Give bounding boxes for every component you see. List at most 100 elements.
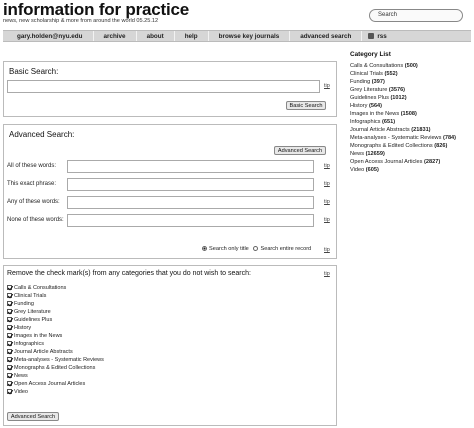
exact-phrase-tip[interactable]: tip bbox=[324, 181, 330, 187]
category-checkbox[interactable] bbox=[7, 293, 12, 298]
categories-title: Remove the check mark(s) from any catego… bbox=[7, 270, 251, 277]
sidebar-category[interactable]: Monographs & Edited Collections (826) bbox=[350, 143, 447, 149]
category-checkbox[interactable] bbox=[7, 333, 12, 338]
sidebar-category[interactable]: Infographics (651) bbox=[350, 119, 395, 125]
category-label: Images in the News bbox=[14, 332, 63, 339]
all-words-tip[interactable]: tip bbox=[324, 163, 330, 169]
category-item[interactable]: Journal Article Abstracts bbox=[7, 348, 73, 355]
nav-browse-journals[interactable]: browse key journals bbox=[209, 31, 291, 41]
category-item[interactable]: Meta-analyses - Systematic Reviews bbox=[7, 356, 104, 363]
category-checkbox[interactable] bbox=[7, 349, 12, 354]
sidebar-category[interactable]: Video (605) bbox=[350, 167, 379, 173]
category-checkbox[interactable] bbox=[7, 285, 12, 290]
category-label: Monographs & Edited Collections bbox=[14, 364, 96, 371]
sidebar-category-name: Images in the News bbox=[350, 111, 400, 117]
category-label: Meta-analyses - Systematic Reviews bbox=[14, 356, 104, 363]
category-item[interactable]: Images in the News bbox=[7, 332, 62, 339]
sidebar-category-count: (552) bbox=[384, 71, 398, 77]
radio-tip[interactable]: tip bbox=[324, 247, 330, 253]
radio-entire-record-label: Search entire record bbox=[260, 246, 312, 252]
category-checkbox[interactable] bbox=[7, 325, 12, 330]
sidebar-category[interactable]: Clinical Trials (552) bbox=[350, 71, 398, 77]
category-item[interactable]: History bbox=[7, 324, 31, 331]
category-checkbox[interactable] bbox=[7, 301, 12, 306]
none-words-tip[interactable]: tip bbox=[324, 217, 330, 223]
sidebar-category-name: Calls & Consultations bbox=[350, 63, 404, 69]
sidebar-category[interactable]: Grey Literature (3576) bbox=[350, 87, 405, 93]
sidebar-category[interactable]: Meta-analyses - Systematic Reviews (784) bbox=[350, 135, 456, 141]
exact-phrase-input[interactable] bbox=[67, 178, 314, 191]
any-words-input[interactable] bbox=[67, 196, 314, 209]
basic-search-button[interactable]: Basic Search bbox=[286, 101, 326, 110]
nav-help[interactable]: help bbox=[175, 31, 209, 41]
category-checkbox[interactable] bbox=[7, 365, 12, 370]
sidebar-category-count: (784) bbox=[442, 135, 457, 141]
category-item[interactable]: Grey Literature bbox=[7, 308, 51, 315]
sidebar-category-count: (397) bbox=[371, 79, 385, 85]
basic-search-tip[interactable]: tip bbox=[324, 83, 330, 89]
none-words-label: None of these words: bbox=[7, 217, 64, 223]
sidebar-category[interactable]: News (12659) bbox=[350, 151, 385, 157]
category-checkbox[interactable] bbox=[7, 389, 12, 394]
category-checkbox[interactable] bbox=[7, 381, 12, 386]
site-search-input[interactable]: Search bbox=[369, 9, 463, 22]
category-checkbox[interactable] bbox=[7, 309, 12, 314]
any-words-tip[interactable]: tip bbox=[324, 199, 330, 205]
category-label: Grey Literature bbox=[14, 308, 51, 315]
category-checkbox[interactable] bbox=[7, 373, 12, 378]
sidebar-category[interactable]: Calls & Consultations (500) bbox=[350, 63, 418, 69]
main-nav: gary.holden@nyu.edu archive about help b… bbox=[3, 30, 471, 42]
nav-archive[interactable]: archive bbox=[94, 31, 137, 41]
sidebar-category-name: Infographics bbox=[350, 119, 381, 125]
sidebar-category-name: Clinical Trials bbox=[350, 71, 383, 77]
category-label: Guidelines Plus bbox=[14, 316, 53, 323]
basic-search-title: Basic Search: bbox=[9, 67, 59, 76]
category-checkbox[interactable] bbox=[7, 341, 12, 346]
radio-entire-record[interactable] bbox=[253, 246, 259, 252]
radio-title-only[interactable] bbox=[202, 246, 207, 252]
nav-rss[interactable]: rss bbox=[362, 31, 396, 41]
sidebar-category-name: News bbox=[350, 151, 364, 157]
sidebar-category[interactable]: Images in the News (1508) bbox=[350, 111, 417, 117]
category-item[interactable]: Video bbox=[7, 388, 28, 395]
site-logo[interactable]: information for practice bbox=[3, 0, 189, 20]
category-checkbox[interactable] bbox=[7, 317, 12, 322]
exact-phrase-label: This exact phrase: bbox=[7, 181, 57, 187]
sidebar-category-count: (651) bbox=[382, 119, 396, 125]
category-item[interactable]: Monographs & Edited Collections bbox=[7, 364, 95, 371]
basic-search-input[interactable] bbox=[7, 80, 320, 93]
category-label: Journal Article Abstracts bbox=[14, 348, 73, 355]
sidebar-category[interactable]: Guidelines Plus (1012) bbox=[350, 95, 407, 101]
sidebar-category-name: Meta-analyses - Systematic Reviews bbox=[350, 135, 442, 141]
categories-tip[interactable]: tip bbox=[324, 271, 330, 277]
advanced-search-button-bottom[interactable]: Advanced Search bbox=[7, 412, 59, 421]
category-item[interactable]: Open Access Journal Articles bbox=[7, 380, 85, 387]
nav-user[interactable]: gary.holden@nyu.edu bbox=[3, 31, 94, 41]
sidebar-category[interactable]: Open Access Journal Articles (2827) bbox=[350, 159, 440, 165]
category-label: History bbox=[14, 324, 32, 331]
sidebar-category-count: (564) bbox=[368, 103, 383, 109]
sidebar-category-name: Monographs & Edited Collections bbox=[350, 143, 433, 149]
nav-advanced-search[interactable]: advanced search bbox=[290, 31, 363, 41]
category-item[interactable]: Clinical Trials bbox=[7, 292, 46, 299]
all-words-input[interactable] bbox=[67, 160, 314, 173]
sidebar-category-count: (826) bbox=[434, 143, 448, 149]
sidebar-category[interactable]: Journal Article Abstracts (21831) bbox=[350, 127, 431, 133]
sidebar-category-name: Video bbox=[350, 167, 365, 173]
category-item[interactable]: Infographics bbox=[7, 340, 44, 347]
sidebar-category[interactable]: History (564) bbox=[350, 103, 382, 109]
nav-about[interactable]: about bbox=[137, 31, 175, 41]
category-checkbox[interactable] bbox=[7, 357, 12, 362]
category-item[interactable]: Guidelines Plus bbox=[7, 316, 52, 323]
category-item[interactable]: Calls & Consultations bbox=[7, 284, 66, 291]
advanced-search-button-top[interactable]: Advanced Search bbox=[274, 146, 326, 155]
category-item[interactable]: Funding bbox=[7, 300, 34, 307]
category-item[interactable]: News bbox=[7, 372, 28, 379]
sidebar-category-name: Funding bbox=[350, 79, 371, 85]
none-words-input[interactable] bbox=[67, 214, 314, 227]
sidebar-category-count: (605) bbox=[365, 167, 379, 173]
sidebar-category-count: (2827) bbox=[424, 159, 441, 165]
category-label: Clinical Trials bbox=[14, 292, 47, 299]
sidebar-category[interactable]: Funding (397) bbox=[350, 79, 385, 85]
advanced-search-title: Advanced Search: bbox=[9, 130, 75, 139]
